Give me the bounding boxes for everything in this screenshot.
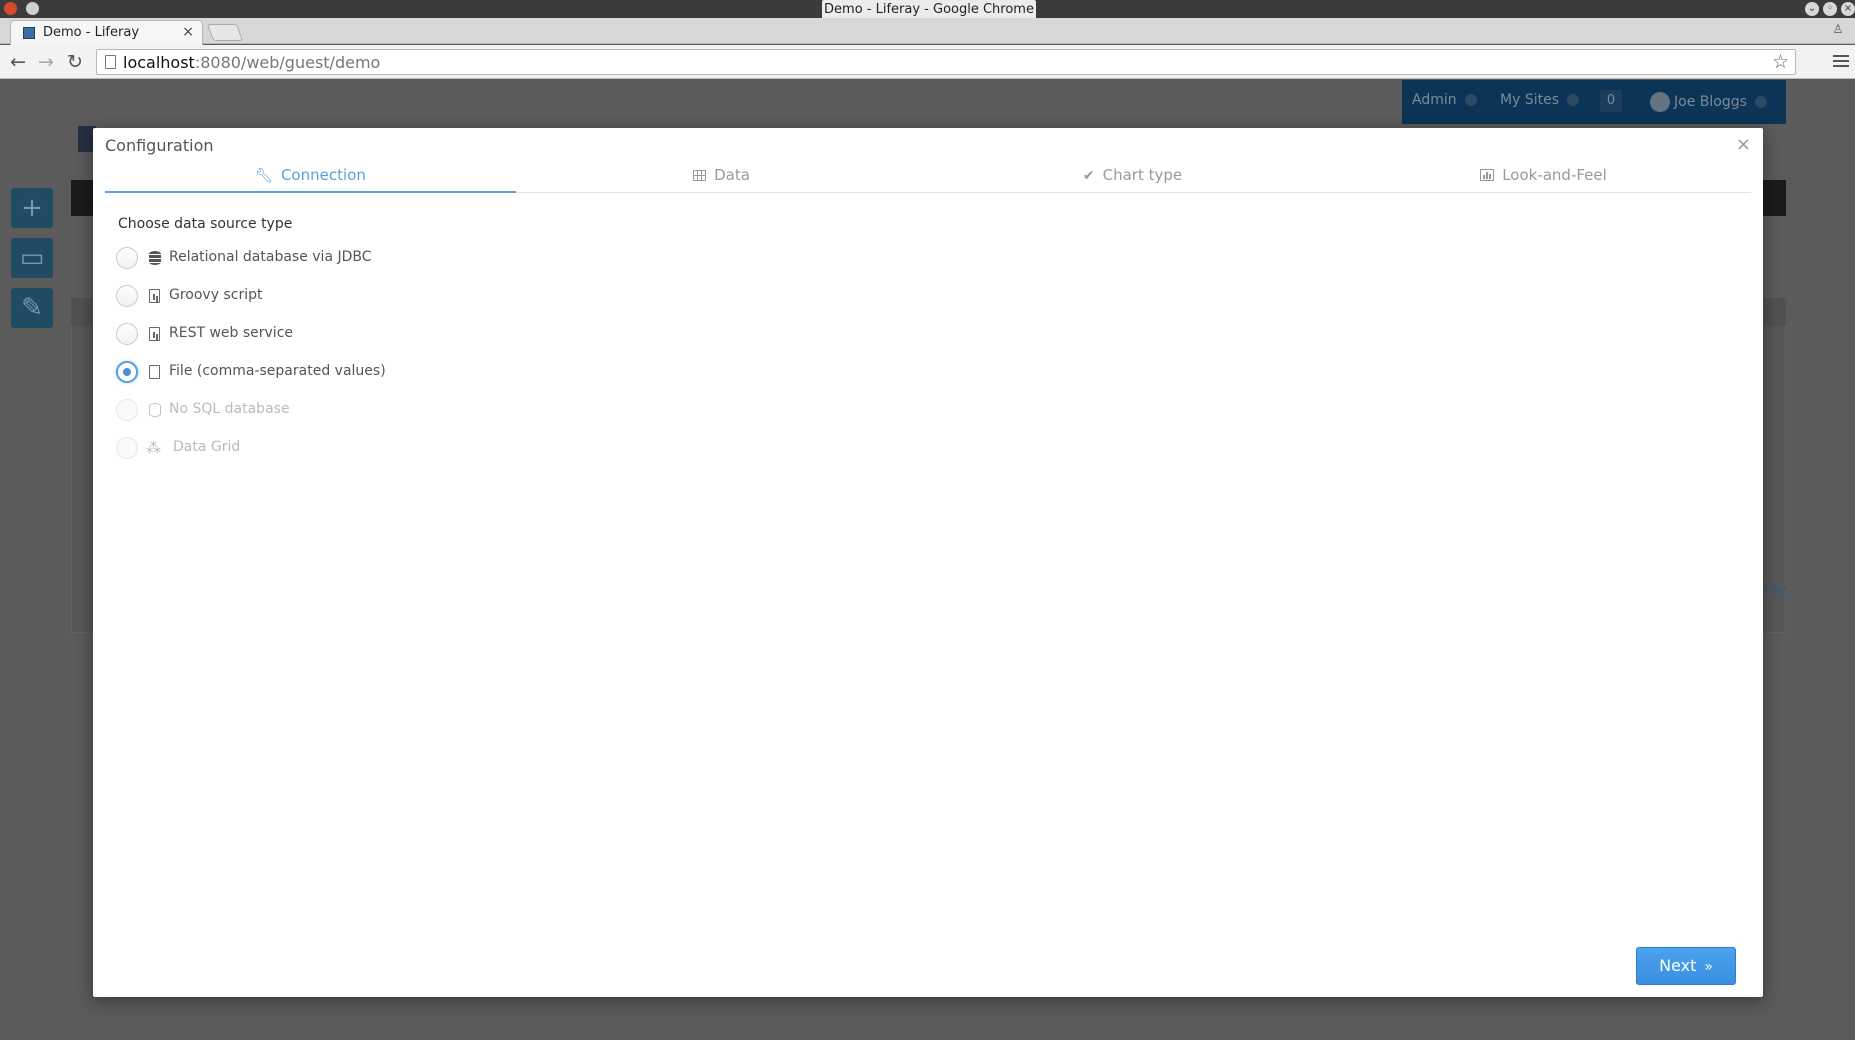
- dockbar-my-sites-label: My Sites: [1500, 92, 1559, 108]
- tab-data-label: Data: [714, 166, 750, 184]
- option-label: Groovy script: [169, 287, 263, 303]
- url-text[interactable]: localhost:8080/web/guest/demo: [123, 53, 380, 72]
- option-label: REST web service: [169, 325, 294, 341]
- chart-file-icon: [149, 289, 160, 303]
- chrome-menu-icon[interactable]: [1833, 52, 1849, 72]
- bookmark-star-icon[interactable]: ☆: [1772, 51, 1789, 73]
- dialog-title: Configuration: [105, 136, 214, 155]
- option-label: File (comma-separated values): [169, 363, 386, 379]
- reload-icon[interactable]: ↻: [63, 50, 87, 74]
- add-icon[interactable]: +: [11, 188, 53, 228]
- radio-data-grid: [116, 437, 138, 459]
- tab-connection[interactable]: 🔧︎ Connection: [105, 157, 516, 193]
- address-bar[interactable]: localhost:8080/web/guest/demo ☆: [96, 49, 1796, 75]
- table-icon: [693, 170, 707, 181]
- liferay-favicon-icon: [23, 27, 35, 39]
- tab-chart-type-label: Chart type: [1102, 166, 1183, 184]
- preview-icon[interactable]: ▭: [11, 238, 53, 278]
- wrench-icon: 🔧︎: [255, 168, 273, 184]
- option-label: No SQL database: [169, 401, 290, 417]
- tab-title: Demo - Liferay: [43, 25, 140, 40]
- caret-down-icon: [1754, 96, 1767, 108]
- database-icon: [149, 251, 161, 265]
- option-label: Relational database via JDBC: [169, 249, 372, 265]
- profile-icon[interactable]: ♙: [1829, 22, 1847, 38]
- dockbar-admin-label: Admin: [1412, 92, 1457, 108]
- file-icon: [149, 365, 160, 379]
- bar-chart-icon: [1480, 169, 1495, 181]
- radio-csv-file[interactable]: [116, 361, 138, 383]
- window-titlebar: Demo - Liferay - Google Chrome ⌄ ◦ ×: [0, 0, 1855, 19]
- forward-arrow-icon[interactable]: →: [34, 50, 58, 74]
- tab-close-icon[interactable]: ×: [182, 24, 194, 40]
- chrome-logo-icon: [4, 2, 17, 15]
- database-icon: [149, 403, 161, 417]
- radio-nosql: [116, 399, 138, 421]
- tab-data[interactable]: Data: [516, 157, 927, 193]
- caret-down-icon: [1567, 94, 1579, 106]
- tab-strip: Demo - Liferay × ♙: [0, 18, 1855, 45]
- cubes-icon: ⁂: [146, 439, 161, 457]
- tab-chart-type[interactable]: ✔ Chart type: [927, 157, 1338, 193]
- next-button-label: Next: [1659, 956, 1697, 975]
- browser-tab[interactable]: Demo - Liferay ×: [10, 20, 203, 45]
- dockbar-my-sites[interactable]: My Sites: [1500, 92, 1579, 108]
- next-button[interactable]: Next »: [1636, 947, 1736, 985]
- check-icon: ✔: [1082, 168, 1095, 184]
- tab-look-and-feel[interactable]: Look-and-Feel: [1338, 157, 1749, 193]
- double-chevron-right-icon: »: [1704, 959, 1713, 975]
- dockbar-user-label: Joe Bloggs: [1674, 94, 1747, 110]
- caret-down-icon: [1464, 94, 1477, 106]
- dockbar-admin[interactable]: Admin: [1412, 92, 1477, 108]
- url-host: localhost: [123, 53, 195, 72]
- chart-file-icon: [149, 327, 160, 341]
- window-menu-icon[interactable]: [26, 2, 39, 15]
- browser-toolbar: ← → ↻ localhost:8080/web/guest/demo ☆: [0, 45, 1855, 79]
- radio-jdbc[interactable]: [116, 247, 138, 269]
- section-label: Choose data source type: [118, 216, 293, 232]
- wizard-tabs: 🔧︎ Connection Data ✔ Chart type Look-and-F…: [105, 157, 1751, 193]
- tab-connection-label: Connection: [280, 166, 366, 184]
- option-label: Data Grid: [173, 439, 241, 455]
- page-icon: [105, 55, 116, 69]
- back-arrow-icon[interactable]: ←: [6, 50, 30, 74]
- notification-count[interactable]: 0: [1600, 90, 1622, 112]
- window-title: Demo - Liferay - Google Chrome: [822, 0, 1036, 19]
- edit-icon[interactable]: ✎: [11, 288, 53, 328]
- url-path: :8080/web/guest/demo: [194, 53, 381, 72]
- close-icon[interactable]: ×: [1736, 134, 1751, 155]
- avatar: [1650, 92, 1670, 112]
- maximize-icon[interactable]: ◦: [1823, 2, 1837, 16]
- close-window-icon[interactable]: ×: [1841, 2, 1855, 16]
- dockbar-user[interactable]: Joe Bloggs: [1650, 92, 1767, 112]
- radio-rest[interactable]: [116, 323, 138, 345]
- radio-groovy[interactable]: [116, 285, 138, 307]
- minimize-icon[interactable]: ⌄: [1805, 2, 1819, 16]
- configuration-dialog: Configuration × 🔧︎ Connection Data ✔ Chart…: [93, 128, 1763, 997]
- tab-look-and-feel-label: Look-and-Feel: [1502, 166, 1607, 184]
- new-tab-button[interactable]: [206, 24, 244, 41]
- dockbar: Admin My Sites 0 Joe Bloggs: [1402, 80, 1786, 124]
